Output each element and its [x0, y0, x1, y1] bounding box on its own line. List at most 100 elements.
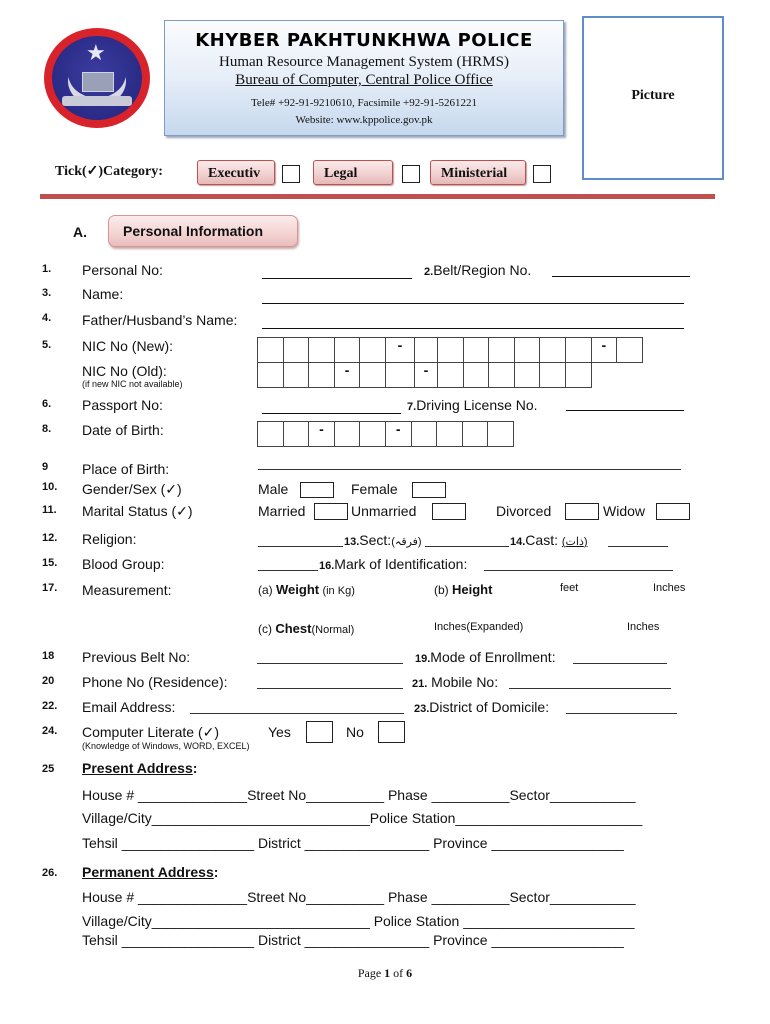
religion-field[interactable] [258, 546, 343, 547]
province-field[interactable]: _________________ [491, 835, 623, 851]
nic-new-cell[interactable] [257, 337, 284, 363]
nic-old-cell[interactable] [539, 362, 566, 388]
house-field[interactable]: ______________ [138, 889, 247, 905]
marital-unmarried-checkbox[interactable] [432, 503, 466, 520]
dob-label: Date of Birth: [82, 422, 164, 438]
phone-field[interactable] [257, 688, 403, 689]
domicile-field[interactable] [566, 713, 677, 714]
driving-license-field[interactable] [566, 410, 684, 411]
nic-new-cell[interactable] [282, 337, 310, 363]
police-station-field[interactable]: ________________________ [455, 810, 642, 826]
field-number: 26. [42, 867, 58, 879]
computer-literate-label: Computer Literate (✓) [82, 724, 219, 740]
gender-female-checkbox[interactable] [412, 482, 446, 498]
category-ministerial-checkbox[interactable] [533, 165, 551, 183]
nic-old-cell[interactable] [308, 362, 335, 388]
dob-cell[interactable] [333, 421, 361, 447]
nic-old-cell[interactable] [564, 362, 592, 388]
chest-text: Chest [275, 621, 312, 636]
nic-new-grid[interactable] [257, 337, 643, 363]
nic-new-cell[interactable] [333, 337, 361, 363]
marital-divorced-checkbox[interactable] [565, 503, 599, 520]
marital-widow-checkbox[interactable] [656, 503, 690, 520]
field-number: 17. [42, 582, 58, 594]
dob-cell[interactable] [410, 421, 438, 447]
phase-field[interactable]: __________ [432, 787, 510, 803]
dob-cell[interactable] [487, 421, 514, 447]
nic-old-cell[interactable] [359, 362, 386, 388]
section-letter: A. [73, 224, 87, 240]
gender-male-label: Male [258, 481, 289, 497]
nic-new-separator [590, 337, 618, 363]
enrollment-field[interactable] [573, 663, 667, 664]
nic-old-cell[interactable] [462, 362, 490, 388]
phase-label: Phase [387, 889, 428, 905]
street-field[interactable]: __________ [306, 889, 384, 905]
blood-group-field[interactable] [258, 570, 318, 571]
sector-field[interactable]: ___________ [550, 787, 636, 803]
nic-new-cell[interactable] [413, 337, 438, 363]
birth-place-field[interactable] [258, 469, 681, 470]
sect-field[interactable] [425, 546, 509, 547]
nic-old-cell[interactable] [282, 362, 310, 388]
nic-new-cell[interactable] [539, 337, 566, 363]
mark-id-field[interactable] [484, 570, 673, 571]
village-field[interactable]: ____________________________ [152, 913, 370, 929]
field-number: 25 [42, 763, 55, 775]
field-number: 13. [344, 536, 360, 548]
nic-new-cell[interactable] [616, 337, 643, 363]
father-name-field[interactable] [262, 328, 684, 329]
mobile-field[interactable] [509, 688, 671, 689]
nic-new-cell[interactable] [359, 337, 386, 363]
org-title: KHYBER PAKHTUNKHWA POLICE [195, 30, 533, 51]
nic-new-cell[interactable] [308, 337, 335, 363]
sector-field[interactable]: ___________ [550, 889, 636, 905]
nic-old-cell[interactable] [257, 362, 284, 388]
category-legal-checkbox[interactable] [402, 165, 420, 183]
province-field[interactable]: _________________ [491, 932, 623, 948]
computer-yes-checkbox[interactable] [306, 721, 333, 743]
nic-old-cell[interactable] [488, 362, 515, 388]
nic-old-cell[interactable] [513, 362, 541, 388]
dob-cell[interactable] [359, 421, 386, 447]
nic-new-cell[interactable] [436, 337, 464, 363]
height-prefix: (b) [434, 583, 449, 597]
driving-license-label: 7.Driving License No. [407, 397, 538, 413]
tehsil-field[interactable]: _________________ [122, 835, 254, 851]
nic-new-cell[interactable] [462, 337, 490, 363]
street-field[interactable]: __________ [306, 787, 384, 803]
phase-field[interactable]: __________ [432, 889, 510, 905]
dob-cell[interactable] [436, 421, 463, 447]
computer-no-checkbox[interactable] [378, 721, 405, 743]
nic-old-cell[interactable] [436, 362, 464, 388]
dob-cell[interactable] [282, 421, 310, 447]
email-field[interactable] [190, 713, 404, 714]
passport-field[interactable] [262, 413, 401, 414]
marital-married-checkbox[interactable] [314, 503, 348, 520]
cast-field[interactable] [608, 546, 668, 547]
nic-new-cell[interactable] [513, 337, 541, 363]
house-field[interactable]: ______________ [138, 787, 247, 803]
nic-old-grid[interactable] [257, 362, 592, 388]
nic-new-cell[interactable] [564, 337, 592, 363]
gender-male-checkbox[interactable] [300, 482, 334, 498]
picture-box[interactable]: Picture [582, 16, 724, 180]
nic-new-cell[interactable] [488, 337, 515, 363]
passport-label: Passport No: [82, 397, 163, 413]
district-field[interactable]: ________________ [305, 835, 430, 851]
nic-old-cell[interactable] [384, 362, 415, 388]
village-field[interactable]: ____________________________ [152, 810, 370, 826]
name-field[interactable] [262, 303, 684, 304]
personal-no-field[interactable] [262, 278, 412, 279]
computer-yes-label: Yes [268, 724, 291, 740]
tehsil-field[interactable]: _________________ [122, 932, 254, 948]
belt-region-field[interactable] [552, 276, 690, 277]
police-station-field[interactable]: ______________________ [463, 913, 634, 929]
category-executive-checkbox[interactable] [282, 165, 300, 183]
prev-belt-field[interactable] [257, 663, 403, 664]
dob-grid[interactable] [257, 421, 514, 447]
dob-cell[interactable] [461, 421, 489, 447]
dob-cell[interactable] [257, 421, 284, 447]
nic-new-separator [384, 337, 415, 363]
district-field[interactable]: ________________ [305, 932, 430, 948]
